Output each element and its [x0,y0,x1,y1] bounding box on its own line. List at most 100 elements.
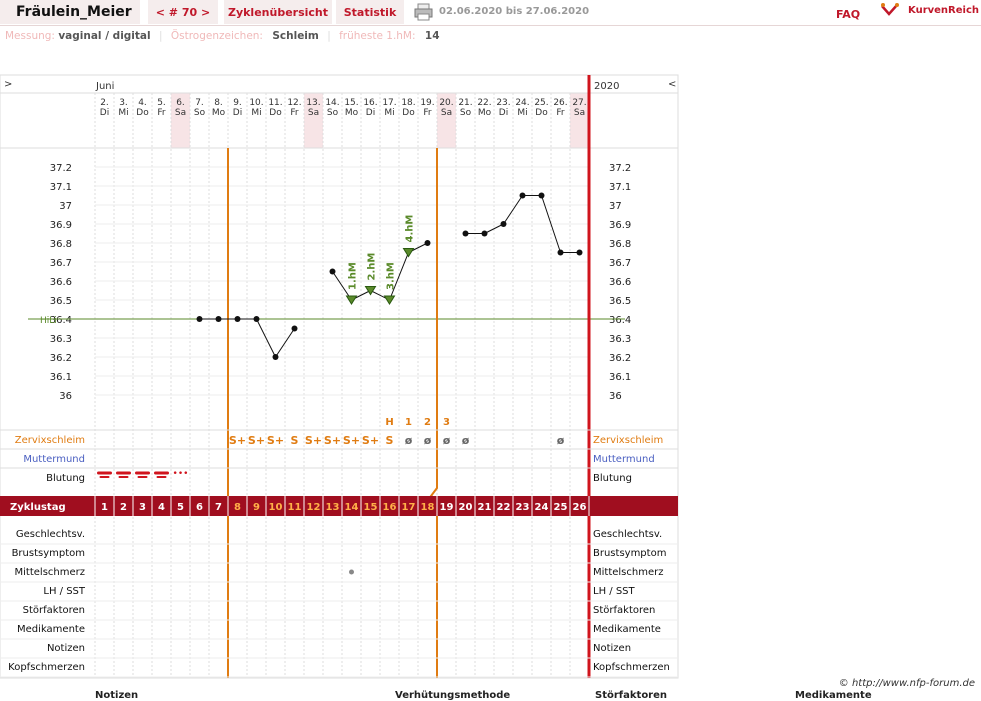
row-label-lower-right: Brustsymptom [593,548,666,559]
cycle-day-number: 20 [459,502,473,513]
temperature-point [424,240,431,246]
bottom-label-notizen: Notizen [95,690,139,701]
row-label-lower: LH / SST [43,586,86,597]
day-weekday: Mo [212,108,226,118]
cervix-mucus-value: ø [424,434,432,447]
day-weekday: Mo [478,108,492,118]
day-weekday: Di [233,108,242,118]
day-date: 19. [420,98,434,108]
cycle-day-number: 15 [364,502,378,513]
cycle-day-number: 17 [402,502,416,513]
y-tick-right: 36.6 [609,277,631,288]
cycle-day-number: 5 [177,502,184,513]
cervix-mucus-value: S+ [362,434,379,447]
day-weekday: Do [402,108,415,118]
high-measurement-label: 3.hM [386,262,397,290]
cycle-day-number: 9 [253,502,260,513]
y-tick-right: 36.8 [609,239,631,250]
y-tick-right: 36.1 [609,372,631,383]
day-date: 4. [138,98,147,108]
day-weekday: Fr [157,108,166,118]
day-date: 26. [553,98,567,108]
day-date: 27. [572,98,586,108]
row-label-blutung: Blutung [46,473,85,484]
day-weekday: Do [535,108,548,118]
row-label-lower: Geschlechtsv. [16,529,85,540]
nav-left: > [4,79,12,90]
row-label-zervix: Zervixschleim [15,435,85,446]
day-weekday: Mi [251,108,261,118]
y-tick-right: 37 [609,201,622,212]
cervix-mucus-value: S [291,434,299,447]
copyright: © http://www.nfp-forum.de [838,678,975,689]
day-date: 17. [382,98,396,108]
temperature-point [519,192,526,199]
day-date: 20. [439,98,453,108]
day-weekday: Do [269,108,282,118]
row-label-lower: Brustsymptom [12,548,85,559]
temperature-point [291,325,298,332]
temperature-point [481,230,488,237]
day-date: 22. [477,98,491,108]
temperature-point [557,249,564,256]
mittelschmerz-dot [349,569,354,575]
day-date: 16. [363,98,377,108]
cervix-mucus-value: ø [405,434,413,447]
day-weekday: Mi [517,108,527,118]
y-tick-right: 36.5 [609,296,631,307]
bleeding-spotting: ••• [173,469,189,479]
cycle-day-number: 25 [554,502,568,513]
temperature-point [215,316,222,322]
row-label-lower-right: Mittelschmerz [593,567,663,578]
cervix-mucus-value: S+ [324,434,341,447]
day-date: 18. [401,98,415,108]
day-date: 13. [306,98,320,108]
day-weekday: Di [100,108,109,118]
y-tick-right: 36.2 [609,353,631,364]
row-label-muttermund-right: Muttermund [593,454,655,465]
y-tick-left: 36.8 [50,239,72,250]
cycle-day-number: 10 [269,502,283,513]
day-weekday: Sa [175,108,186,118]
y-tick-left: 36.1 [50,372,72,383]
year-label: 2020 [594,81,619,92]
peak-marker: 2 [424,417,431,428]
day-weekday: Sa [441,108,452,118]
cycle-day-number: 7 [215,502,222,513]
day-weekday: Fr [556,108,565,118]
day-weekday: Fr [290,108,299,118]
row-label-zervix-right: Zervixschleim [593,435,663,446]
cycle-day-number: 23 [516,502,530,513]
bottom-label-medikamente: Medikamente [795,690,872,701]
y-tick-left: 37.2 [50,163,72,174]
cervix-mucus-value: ø [557,434,565,447]
temperature-point [196,316,203,322]
cycle-day-number: 19 [440,502,454,513]
cycle-day-number: 3 [139,502,146,513]
bottom-label-verhuetung: Verhütungsmethode [395,690,511,701]
row-label-lower-right: Geschlechtsv. [593,529,662,540]
y-tick-right: 36.3 [609,334,631,345]
high-measurement-label: 2.hM [367,253,378,281]
y-tick-right: 36.4 [609,315,631,326]
day-date: 6. [176,98,185,108]
y-tick-right: 37.1 [609,182,631,193]
day-weekday: So [327,108,339,118]
day-date: 10. [249,98,263,108]
high-measurement-label: 1.hM [348,262,359,290]
cycle-day-number: 24 [535,502,549,513]
zyklustag-label: Zyklustag [10,502,66,513]
day-date: 2. [100,98,109,108]
temperature-point [329,268,336,275]
cervix-mucus-value: S [386,434,394,447]
cycle-chart: > <Juni 20202.Di3.Mi4.Do5.Fr6.Sa7.So8.Mo9.… [0,74,679,679]
temperature-point [576,249,583,256]
y-tick-left: 36.9 [50,220,72,231]
day-date: 23. [496,98,510,108]
day-weekday: Mo [345,108,359,118]
day-date: 8. [214,98,223,108]
day-weekday: Di [366,108,375,118]
cervix-mucus-value: S+ [267,434,284,447]
cycle-day-number: 2 [120,502,127,513]
temperature-point [272,354,279,360]
